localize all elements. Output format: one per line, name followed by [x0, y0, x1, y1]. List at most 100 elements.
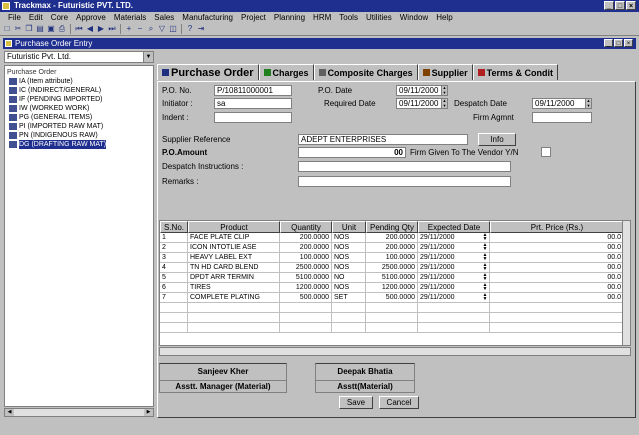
- po-date-field[interactable]: 09/11/2000 ▲ ▼: [396, 85, 448, 96]
- tree-item[interactable]: DG (DRAFTING RAW MAT): [7, 140, 151, 149]
- despatch-instr-field[interactable]: [298, 161, 511, 172]
- tree-item[interactable]: PN (INDIGENOUS RAW): [7, 131, 151, 140]
- grid-cell[interactable]: [188, 323, 280, 333]
- table-row-empty[interactable]: [160, 313, 630, 323]
- indent-field[interactable]: [214, 112, 292, 123]
- copy-icon[interactable]: ❐: [24, 24, 34, 34]
- tree-item[interactable]: IC (INDIRECT/GENERAL): [7, 86, 151, 95]
- grid-cell[interactable]: 500.0000: [366, 293, 418, 303]
- paste-icon[interactable]: ▤: [35, 24, 45, 34]
- table-row[interactable]: 1 FACE PLATE CLIP 200.0000 NOS 200.0000 29/11…: [160, 233, 630, 243]
- grid-cell[interactable]: 00.0: [490, 283, 624, 293]
- grid-cell[interactable]: 2500.0000: [280, 263, 332, 273]
- grid-cell[interactable]: TIRES: [188, 283, 280, 293]
- date-spinner-icon[interactable]: ▲ ▼: [482, 273, 488, 281]
- grid-cell[interactable]: 29/11/2000 ▲ ▼: [418, 263, 490, 273]
- grid-cell[interactable]: FACE PLATE CLIP: [188, 233, 280, 243]
- grid-cell[interactable]: NOS: [332, 263, 366, 273]
- grid-cell[interactable]: 29/11/2000 ▲ ▼: [418, 293, 490, 303]
- date-spinner-icon[interactable]: ▲ ▼: [482, 263, 488, 271]
- grid-cell[interactable]: 00.0: [490, 293, 624, 303]
- po-no-field[interactable]: P/10811000001: [214, 85, 292, 96]
- grid-horizontal-scrollbar[interactable]: [159, 347, 631, 356]
- tab-charges[interactable]: Charges: [258, 64, 314, 80]
- add-icon[interactable]: +: [124, 24, 134, 34]
- menu-utilities[interactable]: Utilities: [362, 12, 396, 23]
- grid-cell[interactable]: NO: [332, 273, 366, 283]
- grid-cell[interactable]: [418, 303, 490, 313]
- next-icon[interactable]: ▶: [96, 24, 106, 34]
- grid-cell[interactable]: 29/11/2000 ▲ ▼: [418, 243, 490, 253]
- grid-cell[interactable]: [188, 303, 280, 313]
- grid-cell[interactable]: 2: [160, 243, 188, 253]
- date-spinner-icon[interactable]: ▲ ▼: [441, 86, 447, 95]
- table-row[interactable]: 7 COMPLETE PLATING 500.0000 SET 500.0000 29/1…: [160, 293, 630, 303]
- tree-item[interactable]: IW (WORKED WORK): [7, 104, 151, 113]
- prev-icon[interactable]: ◀: [85, 24, 95, 34]
- exit-icon[interactable]: ⇥: [196, 24, 206, 34]
- minimize-icon[interactable]: _: [604, 39, 613, 47]
- chevron-down-icon[interactable]: ▼: [143, 52, 153, 62]
- grid-cell[interactable]: [188, 313, 280, 323]
- menu-file[interactable]: File: [4, 12, 25, 23]
- grid-cell[interactable]: NOS: [332, 283, 366, 293]
- grid-cell[interactable]: [160, 313, 188, 323]
- tree-item[interactable]: PG (GENERAL ITEMS): [7, 113, 151, 122]
- grid-cell[interactable]: 100.0000: [366, 253, 418, 263]
- grid-cell[interactable]: [418, 313, 490, 323]
- date-spinner-icon[interactable]: ▲ ▼: [585, 99, 591, 108]
- company-select[interactable]: Futuristic Pvt. Ltd. ▼: [4, 51, 154, 63]
- grid-cell[interactable]: COMPLETE PLATING: [188, 293, 280, 303]
- menu-help[interactable]: Help: [432, 12, 456, 23]
- grid-cell[interactable]: 6: [160, 283, 188, 293]
- grid-cell[interactable]: [332, 323, 366, 333]
- minimize-icon[interactable]: _: [604, 1, 614, 10]
- grid-cell[interactable]: 1200.0000: [280, 283, 332, 293]
- table-row[interactable]: 3 HEAVY LABEL EXT 100.0000 NOS 100.0000 29/11…: [160, 253, 630, 263]
- grid-cell[interactable]: [490, 303, 624, 313]
- grid-cell[interactable]: 2500.0000: [366, 263, 418, 273]
- menu-hrm[interactable]: HRM: [309, 12, 335, 23]
- grid-cell[interactable]: [280, 303, 332, 313]
- tree-horizontal-scrollbar[interactable]: ◀ ▶: [4, 408, 154, 417]
- remarks-field[interactable]: [298, 176, 511, 187]
- grid-vertical-scrollbar[interactable]: [622, 221, 630, 345]
- menu-sales[interactable]: Sales: [150, 12, 178, 23]
- grid-cell[interactable]: 29/11/2000 ▲ ▼: [418, 253, 490, 263]
- grid-cell[interactable]: [418, 323, 490, 333]
- tab-composite-charges[interactable]: Composite Charges: [313, 64, 418, 80]
- grid-cell[interactable]: 1200.0000: [366, 283, 418, 293]
- grid-cell[interactable]: [332, 313, 366, 323]
- grid-cell[interactable]: 200.0000: [280, 243, 332, 253]
- close-icon[interactable]: ×: [624, 39, 633, 47]
- maximize-icon[interactable]: □: [615, 1, 625, 10]
- grid-column-header[interactable]: Unit: [332, 221, 366, 233]
- grid-cell[interactable]: 00.0: [490, 233, 624, 243]
- delete-icon[interactable]: −: [135, 24, 145, 34]
- grid-column-header[interactable]: Prt. Price (Rs.): [490, 221, 624, 233]
- grid-cell[interactable]: 3: [160, 253, 188, 263]
- grid-cell[interactable]: 29/11/2000 ▲ ▼: [418, 233, 490, 243]
- scroll-left-icon[interactable]: ◀: [5, 409, 14, 416]
- grid-column-header[interactable]: Quantity: [280, 221, 332, 233]
- new-icon[interactable]: □: [2, 24, 12, 34]
- grid-cell[interactable]: 5100.0000: [280, 273, 332, 283]
- tree-item[interactable]: IF (PENDING IMPORTED): [7, 95, 151, 104]
- date-spinner-icon[interactable]: ▲ ▼: [482, 233, 488, 241]
- print-icon[interactable]: ⎙: [57, 24, 67, 34]
- first-icon[interactable]: ⏮: [74, 24, 84, 34]
- date-spinner-icon[interactable]: ▲ ▼: [482, 243, 488, 251]
- grid-cell[interactable]: 00.0: [490, 273, 624, 283]
- grid-column-header[interactable]: S.No.: [160, 221, 188, 233]
- grid-cell[interactable]: NOS: [332, 233, 366, 243]
- table-row-empty[interactable]: [160, 323, 630, 333]
- grid-cell[interactable]: [280, 313, 332, 323]
- firm-given-checkbox[interactable]: [541, 147, 551, 157]
- firm-agmt-field[interactable]: [532, 112, 592, 123]
- grid-cell[interactable]: DPDT ARR TERMIN: [188, 273, 280, 283]
- table-row[interactable]: 2 ICON INTOTLIE ASE 200.0000 NOS 200.0000 29/…: [160, 243, 630, 253]
- filter-icon[interactable]: ▽: [157, 24, 167, 34]
- close-icon[interactable]: ×: [626, 1, 636, 10]
- cancel-button[interactable]: Cancel: [379, 396, 419, 409]
- menu-planning[interactable]: Planning: [270, 12, 309, 23]
